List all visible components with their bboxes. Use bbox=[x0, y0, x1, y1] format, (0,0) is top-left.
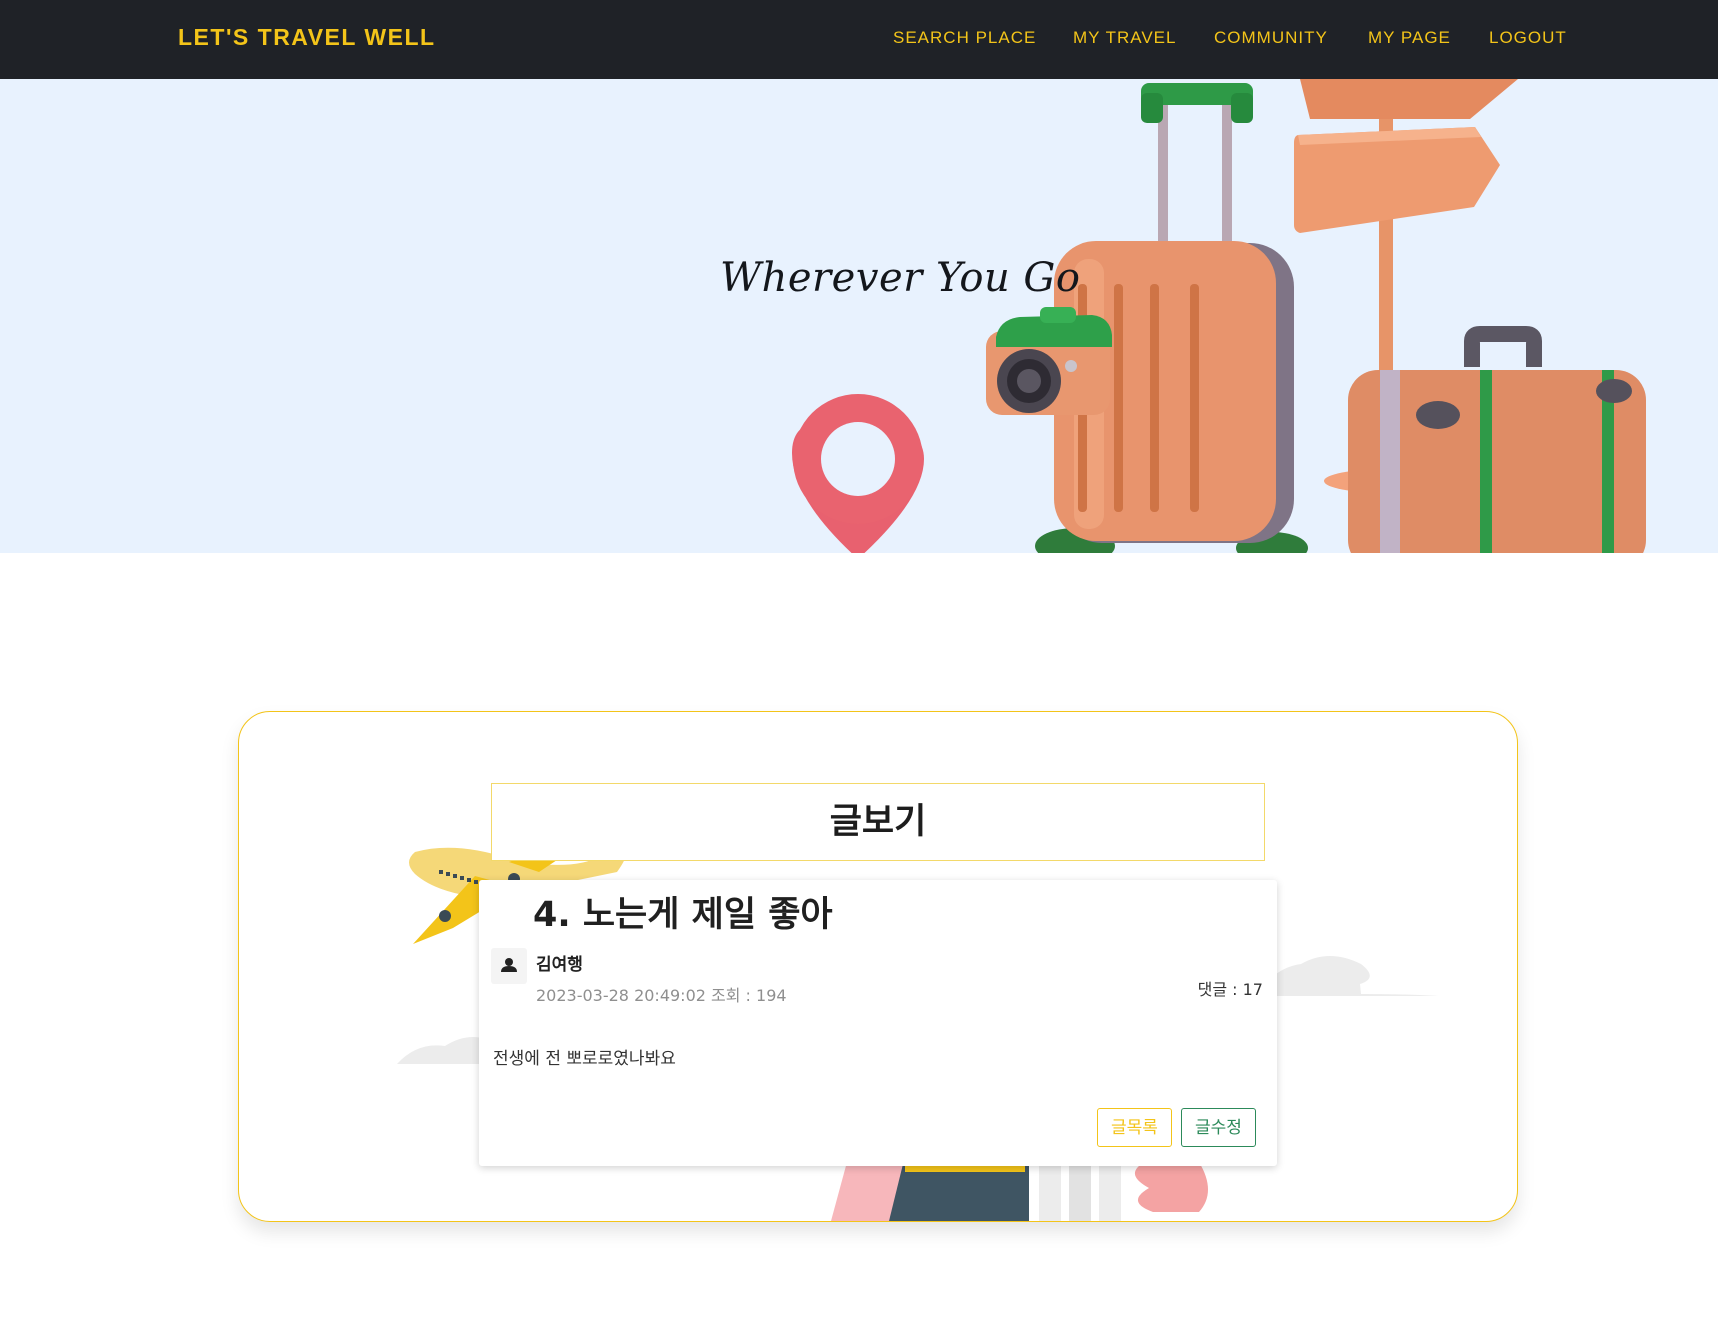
traveler-illustration bbox=[831, 1158, 1208, 1221]
brand-logo-link[interactable]: LET'S TRAVEL WELL bbox=[178, 24, 436, 51]
comment-count: 댓글 : 17 bbox=[1197, 980, 1263, 999]
location-pin-illustration bbox=[792, 394, 924, 553]
post-author: 김여행 bbox=[536, 955, 583, 975]
cloud-illustration bbox=[1257, 956, 1439, 996]
list-button[interactable]: 글목록 bbox=[1097, 1108, 1172, 1147]
nav-logout[interactable]: LOGOUT bbox=[1489, 28, 1567, 48]
edit-button[interactable]: 글수정 bbox=[1181, 1108, 1256, 1147]
nav-search-place[interactable]: SEARCH PLACE bbox=[893, 28, 1036, 48]
hero-title: Wherever You Go bbox=[720, 255, 1081, 301]
camera-illustration bbox=[986, 307, 1112, 415]
travel-illustration bbox=[792, 79, 1646, 553]
post-meta: 2023-03-28 20:49:02 조회 : 194 bbox=[536, 986, 787, 1005]
hero-banner: Wherever You Go bbox=[0, 79, 1718, 553]
user-icon bbox=[491, 948, 527, 984]
post-title: 4. 노는게 제일 좋아 bbox=[533, 895, 833, 935]
nav-community[interactable]: COMMUNITY bbox=[1214, 28, 1328, 48]
post-content: 전생에 전 뽀로로였나봐요 bbox=[493, 1049, 676, 1069]
post-view-card: 글보기 4. 노는게 제일 좋아 김여행 2023-03-28 20:49:02… bbox=[238, 711, 1518, 1222]
nav-my-travel[interactable]: MY TRAVEL bbox=[1073, 28, 1176, 48]
post-detail-panel: 4. 노는게 제일 좋아 김여행 2023-03-28 20:49:02 조회 … bbox=[479, 880, 1277, 1166]
top-navbar: LET'S TRAVEL WELL SEARCH PLACE MY TRAVEL… bbox=[0, 0, 1718, 79]
page-title: 글보기 bbox=[491, 783, 1265, 861]
nav-my-page[interactable]: MY PAGE bbox=[1368, 28, 1451, 48]
